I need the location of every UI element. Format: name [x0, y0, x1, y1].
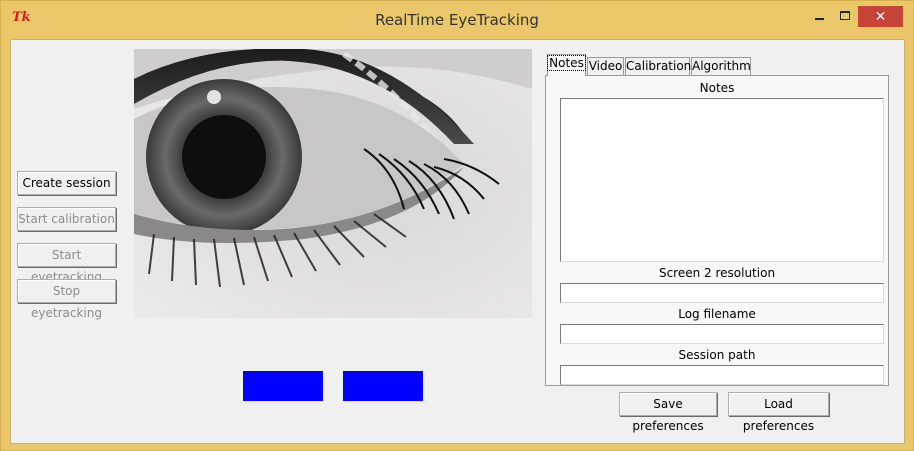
notes-label: Notes: [699, 81, 735, 95]
session-path-label: Session path: [678, 348, 756, 362]
client-area: Create session Start calibration Start e…: [10, 39, 905, 444]
indicator-right: [343, 371, 423, 401]
load-preferences-button[interactable]: Load preferences: [728, 392, 829, 433]
close-button[interactable]: ✕: [858, 6, 903, 27]
tab-video[interactable]: Video: [587, 57, 624, 76]
session-path-input[interactable]: [560, 365, 884, 385]
notes-page: Notes Screen 2 resolution Log filename S…: [545, 75, 889, 386]
app-window: Tk RealTime EyeTracking ✕ Create session…: [0, 0, 914, 451]
maximize-button[interactable]: [832, 6, 858, 27]
log-filename-label: Log filename: [678, 307, 756, 321]
stop-eyetracking-button[interactable]: Stop eyetracking: [17, 279, 116, 320]
eye-image-preview: [134, 49, 532, 318]
log-filename-input[interactable]: [560, 324, 884, 344]
screen2-resolution-input[interactable]: [560, 283, 884, 303]
minimize-icon: [814, 18, 824, 20]
title-bar[interactable]: Tk RealTime EyeTracking ✕: [1, 1, 913, 39]
tab-algorithm[interactable]: Algorithm: [691, 57, 751, 76]
notes-textarea[interactable]: [560, 98, 884, 262]
tab-calibration[interactable]: Calibration: [625, 57, 691, 76]
maximize-icon: [840, 11, 850, 20]
start-calibration-button[interactable]: Start calibration: [17, 207, 116, 231]
create-session-button[interactable]: Create session: [17, 171, 116, 195]
window-title: RealTime EyeTracking: [375, 11, 539, 29]
indicator-left: [243, 371, 323, 401]
close-icon: ✕: [874, 8, 887, 24]
tab-notes[interactable]: Notes: [547, 54, 586, 76]
minimize-button[interactable]: [806, 6, 832, 27]
eye-photo: [134, 49, 532, 318]
screen2-resolution-label: Screen 2 resolution: [658, 266, 776, 280]
save-preferences-button[interactable]: Save preferences: [619, 392, 717, 433]
start-eyetracking-button[interactable]: Start eyetracking: [17, 243, 116, 284]
settings-notebook: Notes Video Calibration Algorithm Notes …: [545, 54, 889, 386]
